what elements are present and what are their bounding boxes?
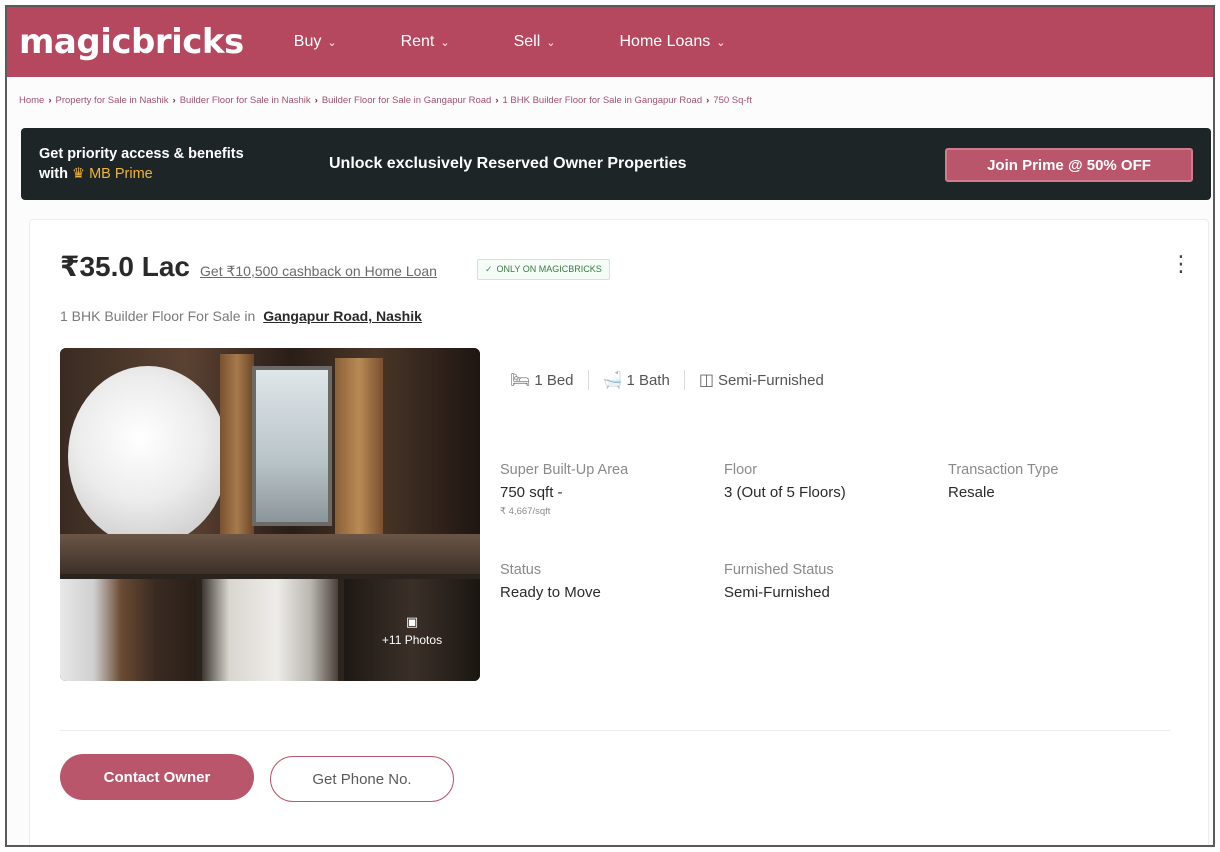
breadcrumb-separator: › bbox=[495, 95, 499, 106]
photo-scene-curtain bbox=[335, 358, 383, 543]
nav-rent-label: Rent bbox=[400, 33, 435, 50]
chip-bed-label: 1 Bed bbox=[534, 371, 574, 389]
breadcrumb-separator: › bbox=[172, 95, 176, 106]
only-on-magicbricks-badge: ✓ ONLY ON MAGICBRICKS bbox=[476, 259, 610, 280]
transaction-label: Transaction Type bbox=[948, 462, 1059, 478]
price: ₹35.0 Lac bbox=[60, 251, 191, 282]
logo[interactable]: magicbricks bbox=[19, 22, 244, 62]
nav-sell-label: Sell bbox=[513, 33, 541, 50]
detail-floor: Floor 3 (Out of 5 Floors) bbox=[724, 462, 846, 501]
more-photos-label: +11 Photos bbox=[381, 632, 443, 647]
browser-frame: magicbricks Buy ⌄ Rent ⌄ Sell ⌄ Home Loa… bbox=[5, 5, 1215, 847]
crown-icon: ♛ bbox=[72, 166, 86, 182]
nav-buy-label: Buy bbox=[293, 33, 322, 50]
prime-line2: with ♛ MB Prime bbox=[39, 164, 329, 184]
photo-scene-floor bbox=[60, 534, 480, 574]
chip-divider bbox=[587, 370, 589, 390]
get-phone-button[interactable]: Get Phone No. bbox=[270, 756, 454, 802]
photo-thumbnails: ▣ +11 Photos bbox=[60, 579, 480, 681]
photo-scene-lamp bbox=[68, 366, 228, 546]
thumbnail-more-photos[interactable]: ▣ +11 Photos bbox=[344, 579, 480, 681]
top-navbar: magicbricks Buy ⌄ Rent ⌄ Sell ⌄ Home Loa… bbox=[7, 7, 1213, 77]
join-prime-button[interactable]: Join Prime @ 50% OFF bbox=[945, 148, 1193, 182]
chip-divider bbox=[683, 370, 685, 390]
contact-owner-button[interactable]: Contact Owner bbox=[60, 754, 254, 800]
status-label: Status bbox=[500, 562, 542, 578]
breadcrumb-current: 750 Sq-ft bbox=[713, 95, 752, 106]
breadcrumb-1bhk-gangapur[interactable]: 1 BHK Builder Floor for Sale in Gangapur… bbox=[503, 95, 703, 106]
detail-transaction: Transaction Type Resale bbox=[948, 462, 1058, 501]
listing-title-prefix: 1 BHK Builder Floor For Sale in bbox=[60, 308, 256, 324]
cashback-link[interactable]: Get ₹10,500 cashback on Home Loan bbox=[200, 263, 437, 280]
breadcrumb-home[interactable]: Home bbox=[19, 95, 44, 106]
breadcrumb-separator: › bbox=[706, 95, 710, 106]
property-chips: 🛏 1 Bed 🛁 1 Bath ◫ Semi-Furnished bbox=[510, 370, 824, 390]
furnished-value: Semi-Furnished bbox=[724, 584, 830, 601]
chevron-down-icon: ⌄ bbox=[440, 36, 450, 49]
photo-scene-curtain bbox=[220, 354, 254, 546]
chevron-down-icon: ⌄ bbox=[546, 36, 556, 49]
gallery-icon: ▣ bbox=[405, 613, 419, 629]
breadcrumb-builder-floor-nashik[interactable]: Builder Floor for Sale in Nashik bbox=[180, 95, 311, 106]
detail-status: Status Ready to Move bbox=[500, 562, 601, 601]
chip-bed: 🛏 1 Bed bbox=[510, 370, 574, 390]
card-divider bbox=[60, 730, 1170, 731]
price-row: ₹35.0 Lac Get ₹10,500 cashback on Home L… bbox=[60, 250, 610, 284]
badge-label: ONLY ON MAGICBRICKS bbox=[496, 264, 602, 274]
prime-banner: Get priority access & benefits with ♛ MB… bbox=[21, 128, 1211, 200]
nav-menu: Buy ⌄ Rent ⌄ Sell ⌄ Home Loans ⌄ bbox=[294, 33, 790, 51]
nav-home-loans[interactable]: Home Loans ⌄ bbox=[620, 33, 726, 51]
thumbnail-2[interactable] bbox=[202, 579, 338, 681]
breadcrumb-property-nashik[interactable]: Property for Sale in Nashik bbox=[56, 95, 169, 106]
main-photo[interactable] bbox=[60, 348, 480, 574]
prime-line2-prefix: with bbox=[39, 166, 68, 182]
furniture-icon: ◫ bbox=[698, 372, 714, 389]
thumbnail-1[interactable] bbox=[60, 579, 196, 681]
listing-card: ₹35.0 Lac Get ₹10,500 cashback on Home L… bbox=[29, 219, 1209, 845]
prime-line1: Get priority access & benefits bbox=[39, 146, 244, 162]
area-value: 750 sqft - bbox=[500, 484, 563, 501]
nav-buy[interactable]: Buy ⌄ bbox=[294, 33, 337, 51]
check-icon: ✓ bbox=[484, 264, 493, 274]
chip-furnish: ◫ Semi-Furnished bbox=[699, 370, 824, 390]
prime-center-text: Unlock exclusively Reserved Owner Proper… bbox=[329, 155, 687, 172]
bed-icon: 🛏 bbox=[510, 372, 531, 389]
breadcrumb-builder-floor-gangapur[interactable]: Builder Floor for Sale in Gangapur Road bbox=[322, 95, 492, 106]
prime-brand: MB Prime bbox=[89, 166, 153, 182]
prime-promo-text: Get priority access & benefits with ♛ MB… bbox=[39, 144, 329, 184]
more-photos-overlay: ▣ +11 Photos bbox=[344, 579, 480, 681]
chip-furnish-label: Semi-Furnished bbox=[717, 371, 824, 389]
furnished-label: Furnished Status bbox=[724, 562, 834, 578]
floor-label: Floor bbox=[724, 462, 758, 478]
listing-title: 1 BHK Builder Floor For Sale in Gangapur… bbox=[60, 308, 422, 324]
bath-icon: 🛁 bbox=[602, 372, 623, 389]
chip-bath-label: 1 Bath bbox=[626, 371, 670, 389]
chevron-down-icon: ⌄ bbox=[716, 36, 726, 49]
breadcrumb: Home › Property for Sale in Nashik › Bui… bbox=[19, 95, 752, 106]
detail-area: Super Built-Up Area 750 sqft - ₹ 4,667/s… bbox=[500, 462, 628, 517]
photo-scene-window bbox=[252, 366, 332, 526]
breadcrumb-separator: › bbox=[314, 95, 318, 106]
detail-furnished: Furnished Status Semi-Furnished bbox=[724, 562, 834, 601]
transaction-value: Resale bbox=[948, 484, 995, 501]
location-link[interactable]: Gangapur Road, Nashik bbox=[263, 308, 422, 324]
more-options-icon[interactable]: ⋮ bbox=[1170, 253, 1192, 275]
area-label: Super Built-Up Area bbox=[500, 462, 629, 478]
photo-gallery: ▣ +11 Photos bbox=[60, 348, 480, 681]
nav-sell[interactable]: Sell ⌄ bbox=[514, 33, 556, 51]
area-rate: ₹ 4,667/sqft bbox=[500, 506, 551, 517]
chevron-down-icon: ⌄ bbox=[327, 36, 337, 49]
nav-rent[interactable]: Rent ⌄ bbox=[401, 33, 450, 51]
chip-bath: 🛁 1 Bath bbox=[603, 370, 670, 390]
nav-home-loans-label: Home Loans bbox=[619, 33, 711, 50]
status-value: Ready to Move bbox=[500, 584, 601, 601]
breadcrumb-separator: › bbox=[48, 95, 52, 106]
floor-value: 3 (Out of 5 Floors) bbox=[724, 484, 846, 501]
